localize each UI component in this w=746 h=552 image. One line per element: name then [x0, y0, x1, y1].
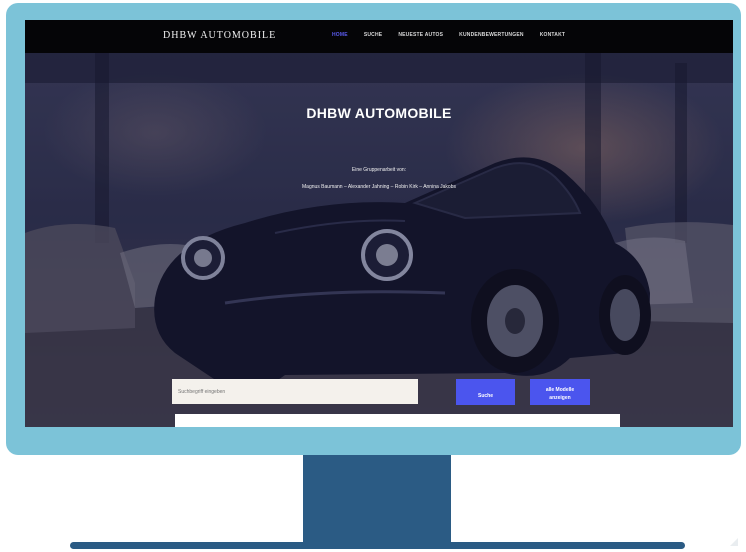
navbar: DHBW AUTOMOBILE Home Suche Neueste Autos… [25, 20, 733, 53]
search-button[interactable]: Suche [456, 379, 515, 405]
monitor-stand-base [70, 542, 685, 549]
brand-logo[interactable]: DHBW AUTOMOBILE [163, 30, 276, 41]
hero-section: DHBW AUTOMOBILE Eine Gruppenarbeit von: … [25, 53, 733, 427]
monitor-screen: DHBW AUTOMOBILE Home Suche Neueste Autos… [25, 20, 733, 427]
show-all-models-label-line2: anzeigen [549, 395, 571, 401]
hero-title: DHBW AUTOMOBILE [306, 105, 452, 121]
hero-authors: Magnus Baumann – Alexander Jahning – Rob… [302, 184, 456, 190]
monitor-bezel: DHBW AUTOMOBILE Home Suche Neueste Autos… [6, 3, 741, 455]
hero-subtitle: Eine Gruppenarbeit von: [351, 167, 407, 173]
search-input[interactable] [172, 379, 418, 404]
nav-link-suche[interactable]: Suche [364, 32, 383, 38]
results-panel [175, 414, 620, 427]
corner-decoration [730, 538, 738, 546]
nav-link-kundenbewertungen[interactable]: Kundenbewertungen [459, 32, 524, 38]
nav-link-neueste-autos[interactable]: Neueste Autos [398, 32, 443, 38]
show-all-models-label-line1: alle Modelle [545, 387, 575, 393]
nav-link-home[interactable]: Home [332, 32, 348, 38]
show-all-models-button[interactable]: alle Modelle anzeigen [530, 379, 590, 405]
nav-link-kontakt[interactable]: Kontakt [540, 32, 565, 38]
nav-links: Home Suche Neueste Autos Kundenbewertung… [332, 32, 581, 38]
monitor-stand-neck [303, 455, 451, 545]
